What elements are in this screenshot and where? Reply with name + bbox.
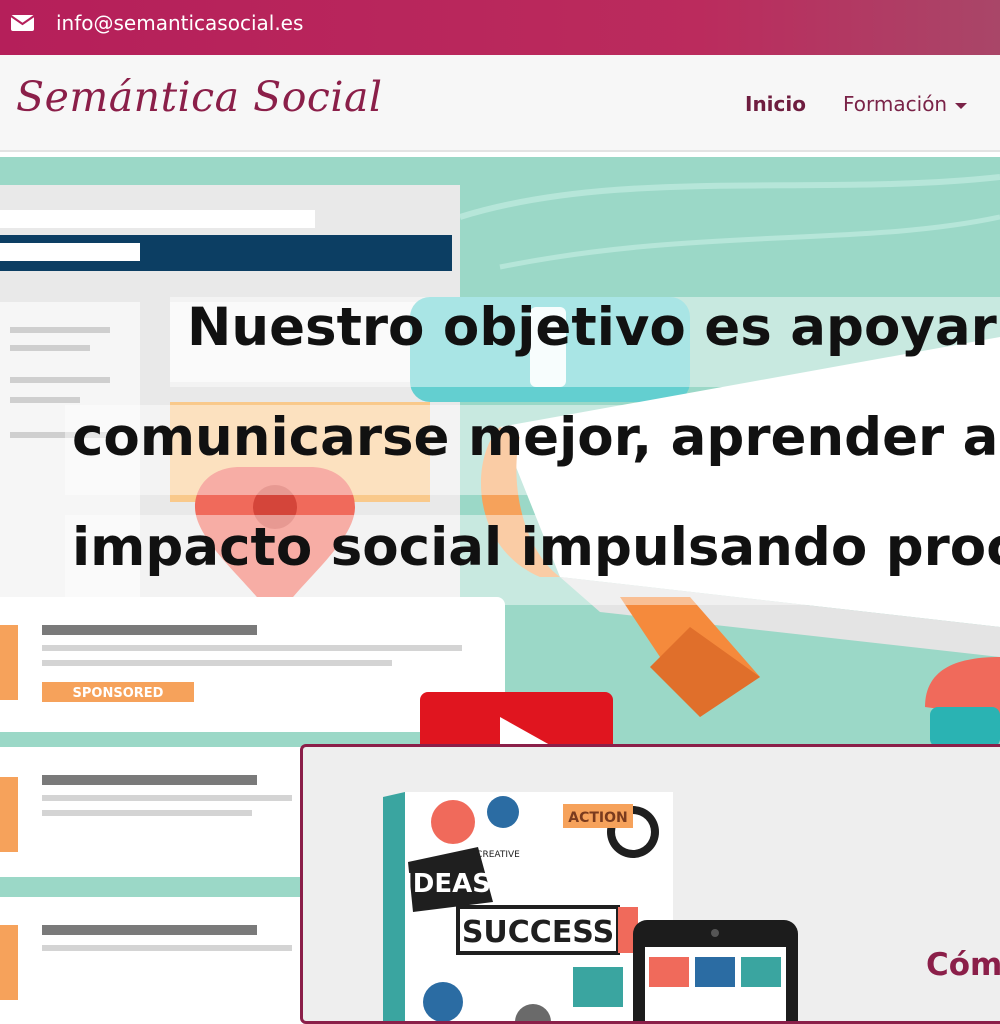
sponsored-label: SPONSORED	[73, 686, 164, 701]
contact-email-link[interactable]: info@semanticasocial.es	[56, 10, 303, 36]
site-logo[interactable]: Semántica Social	[16, 73, 383, 121]
hero-line: comunicarse mejor, aprender a c	[72, 407, 1000, 468]
promo-card[interactable]: ACTION CREATIVE IDEAS SUCCESS Cómo	[300, 744, 1000, 1024]
nav-item-formacion[interactable]: Formación	[843, 92, 968, 116]
book-word-ideas: IDEAS	[403, 869, 491, 899]
main-navbar: Semántica Social Inicio Formación	[0, 55, 1000, 152]
nav-item-label: Formación	[843, 92, 948, 116]
hero-line: impacto social impulsando proce	[72, 517, 1000, 578]
book-word-creative: CREATIVE	[476, 850, 520, 860]
book-word-success: SUCCESS	[462, 915, 614, 950]
nav-item-label: Inicio	[745, 92, 806, 116]
book-word-action: ACTION	[568, 810, 628, 826]
caret-down-icon	[955, 102, 968, 109]
hero-line: Nuestro objetivo es apoyar a	[187, 297, 1000, 358]
envelope-icon	[10, 15, 35, 31]
promo-title: Cómo	[926, 947, 1000, 983]
nav-item-inicio[interactable]: Inicio	[745, 92, 806, 116]
ebook-mockup-image: ACTION CREATIVE IDEAS SUCCESS	[383, 792, 798, 1021]
top-contact-bar: info@semanticasocial.es	[0, 0, 1000, 55]
